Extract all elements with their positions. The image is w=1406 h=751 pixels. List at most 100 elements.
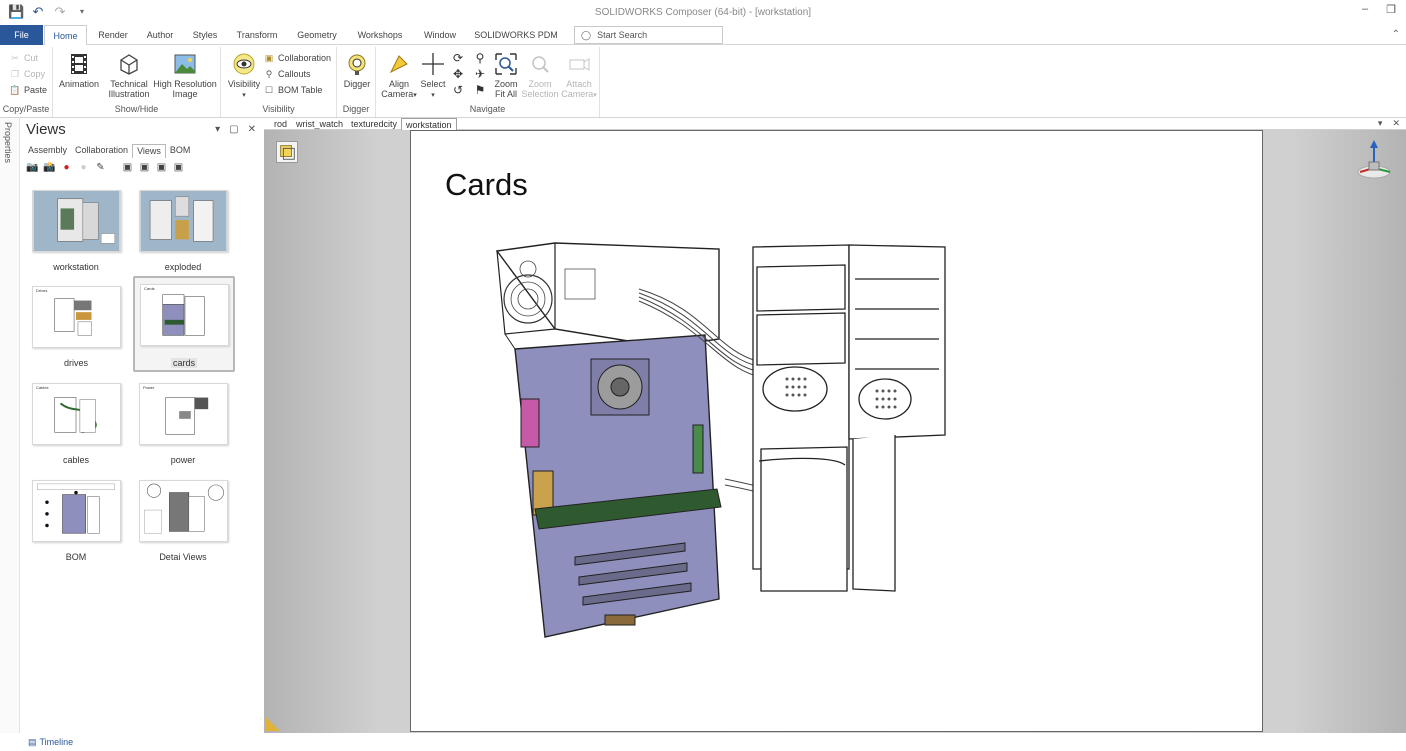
- close-icon[interactable]: ✕: [248, 124, 256, 135]
- checkbox-icon: ☐: [264, 85, 274, 95]
- power-supply: [495, 242, 720, 348]
- document-controls: ▾ ✕: [1378, 118, 1400, 129]
- search-input[interactable]: ◯ Start Search: [574, 26, 723, 44]
- view-thumbnail-bom[interactable]: BOM: [26, 476, 126, 562]
- thumbnail-caption: power: [170, 455, 196, 465]
- restore-icon[interactable]: ❐: [1386, 3, 1396, 16]
- tab-bom[interactable]: BOM: [166, 144, 195, 158]
- scissors-icon: ✂: [11, 53, 19, 63]
- look-icon[interactable]: ⚑: [473, 83, 487, 97]
- view-thumbnail-drives[interactable]: Drives drives: [26, 282, 126, 368]
- computer-model-drawing[interactable]: [495, 239, 975, 639]
- doc-tab-rod[interactable]: rod: [270, 118, 291, 130]
- camera-play-icon[interactable]: ▣: [155, 161, 168, 175]
- digger-button[interactable]: Digger: [339, 52, 375, 89]
- doc-tab-workstation[interactable]: workstation: [401, 118, 457, 130]
- tab-workshops[interactable]: Workshops: [350, 25, 410, 45]
- view-thumbnail-workstation[interactable]: workstation: [26, 186, 126, 272]
- panel-menu-icon[interactable]: ▾: [215, 124, 220, 135]
- tab-styles[interactable]: Styles: [186, 25, 224, 45]
- doc-tab-texturedcity[interactable]: texturedcity: [347, 118, 401, 130]
- camera-update-icon[interactable]: ▣: [138, 161, 151, 175]
- group-label: Navigate: [469, 104, 506, 114]
- pan-icon[interactable]: ✥: [451, 67, 465, 81]
- preview-label: Drives: [36, 288, 48, 293]
- zoom-selection-button[interactable]: Zoom Selection: [520, 52, 560, 99]
- tab-solidworks-pdm[interactable]: SOLIDWORKS PDM: [472, 25, 560, 45]
- zoom-fit-all-button[interactable]: Zoom Fit All: [488, 52, 524, 99]
- doc-tab-wrist-watch[interactable]: wrist_watch: [292, 118, 347, 130]
- brush-icon[interactable]: ✎: [94, 161, 107, 175]
- window-controls: – ❐: [1362, 3, 1396, 16]
- doc-menu-icon[interactable]: ▾: [1378, 118, 1383, 129]
- cut-button[interactable]: ✂ Cut: [9, 51, 38, 65]
- view-thumbnail-detail-views[interactable]: Detai Views: [133, 476, 233, 562]
- properties-label: Properties: [3, 122, 13, 164]
- orbit-icon[interactable]: ↺: [451, 83, 465, 97]
- view-thumbnail-cards[interactable]: Cards cards: [133, 276, 235, 372]
- select-button[interactable]: Select ▾: [418, 52, 448, 101]
- pin-icon[interactable]: ▢: [229, 124, 238, 135]
- tab-transform[interactable]: Transform: [230, 25, 284, 45]
- group-copy-paste: ✂ Cut ❐ Copy 📋 Paste Copy/Paste: [0, 47, 53, 117]
- axis-triad-icon[interactable]: [1354, 138, 1394, 182]
- zoom-icon[interactable]: ⚲: [473, 51, 487, 65]
- view-mode-icon[interactable]: [276, 141, 298, 163]
- high-resolution-image-button[interactable]: High Resolution Image: [153, 52, 217, 99]
- title-bar: 💾 ↶ ↷ ▾ SOLIDWORKS Composer (64-bit) - […: [0, 0, 1406, 25]
- 3d-viewport[interactable]: Cards: [264, 130, 1406, 733]
- timeline-toggle[interactable]: ▤ Timeline: [28, 737, 73, 748]
- attach-camera-button[interactable]: Attach Camera▾: [560, 52, 598, 101]
- film-icon: [71, 54, 87, 74]
- tab-render[interactable]: Render: [92, 25, 134, 45]
- create-view-icon[interactable]: 📷: [26, 161, 39, 175]
- camera-settings-icon[interactable]: ▣: [172, 161, 185, 175]
- view-thumbnail-exploded[interactable]: exploded: [133, 186, 233, 272]
- document-tabs: rod wrist_watch texturedcity workstation…: [264, 118, 1406, 130]
- delete-view-icon[interactable]: ●: [60, 161, 73, 175]
- tab-views[interactable]: Views: [132, 144, 166, 158]
- line-drawing-icon: [120, 54, 138, 75]
- view-preview: [139, 190, 228, 252]
- callouts-button[interactable]: ⚲ Callouts: [263, 67, 311, 81]
- update-view-icon[interactable]: 📸: [43, 161, 56, 175]
- timeline-icon: ▤: [28, 737, 37, 747]
- copy-icon: ❐: [10, 69, 20, 79]
- fly-icon[interactable]: ✈: [473, 67, 487, 81]
- collapse-ribbon-icon[interactable]: ⌃: [1392, 29, 1400, 40]
- animation-button[interactable]: Animation: [56, 52, 102, 89]
- paste-button[interactable]: 📋 Paste: [9, 83, 47, 97]
- group-digger: Digger Digger: [337, 47, 376, 117]
- properties-side-tab[interactable]: Properties: [0, 118, 20, 733]
- tab-assembly[interactable]: Assembly: [24, 144, 71, 158]
- tab-author[interactable]: Author: [140, 25, 180, 45]
- callout-icon: ⚲: [265, 69, 273, 79]
- camera-plus-icon[interactable]: ▣: [121, 161, 134, 175]
- doc-close-icon[interactable]: ✕: [1392, 118, 1400, 129]
- rotate-icon[interactable]: ⟳: [451, 51, 465, 65]
- group-label: Visibility: [262, 104, 295, 114]
- tab-collaboration[interactable]: Collaboration: [71, 144, 132, 158]
- minimize-icon[interactable]: –: [1362, 3, 1368, 16]
- workstation-preview-image: [33, 191, 120, 251]
- align-camera-button[interactable]: Align Camera▾: [380, 52, 418, 101]
- view-thumbnail-cables[interactable]: Cables cables: [26, 379, 126, 465]
- tab-home[interactable]: Home: [44, 25, 87, 46]
- technical-illustration-button[interactable]: Technical Illustration: [105, 52, 153, 99]
- view-thumbnail-power[interactable]: Power power: [133, 379, 233, 465]
- preview-label: Cards: [144, 286, 155, 291]
- crosshair-icon: [422, 53, 444, 75]
- bom-table-checkbox[interactable]: ☐ BOM Table: [263, 83, 322, 97]
- view-preview: Drives: [32, 286, 121, 348]
- thumbnail-caption: cables: [62, 455, 89, 465]
- copy-button[interactable]: ❐ Copy: [9, 67, 45, 81]
- collaboration-button[interactable]: ▣ Collaboration: [263, 51, 331, 65]
- corner-marker-icon: [266, 717, 280, 731]
- disabled-view-icon[interactable]: ●: [77, 161, 90, 175]
- tab-geometry[interactable]: Geometry: [292, 25, 342, 45]
- view-preview: Power: [139, 383, 228, 445]
- detail-views-preview-image: [144, 483, 224, 534]
- tab-file[interactable]: File: [0, 25, 43, 45]
- tab-window[interactable]: Window: [418, 25, 462, 45]
- visibility-button[interactable]: Visibility ▾: [225, 52, 263, 101]
